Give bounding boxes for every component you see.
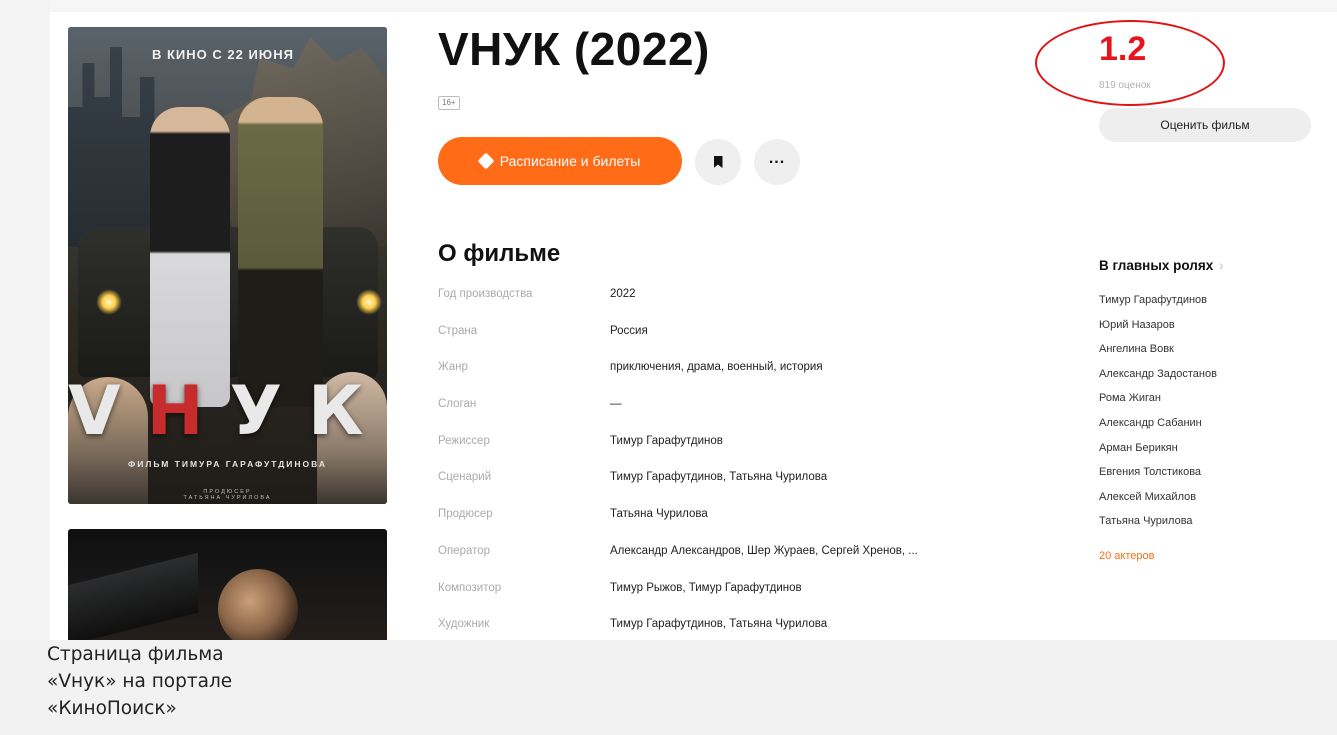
poster-title-part2: Н: [146, 372, 230, 451]
left-strip: [0, 0, 50, 640]
about-row-value[interactable]: Тимур Гарафутдинов: [610, 435, 723, 447]
about-row-value[interactable]: приключения, драма, военный, история: [610, 361, 823, 373]
still-car-dashboard: [68, 552, 198, 640]
poster-byline: ФИЛЬМ ТИМУРА ГАРАФУТДИНОВА: [128, 459, 327, 469]
about-row-value[interactable]: Тимур Гарафутдинов, Татьяна Чурилова: [610, 618, 827, 630]
more-icon: ...: [768, 150, 786, 167]
poster-headlight-right: [356, 289, 382, 315]
about-row-value[interactable]: —: [610, 398, 622, 410]
about-row: Жанр приключения, драма, военный, история: [438, 352, 1038, 389]
about-row: Слоган —: [438, 389, 1038, 426]
poster-title: VНУК: [68, 372, 387, 451]
poster-tagline: В КИНО С 22 ИЮНЯ: [152, 47, 294, 62]
about-film-table: Год производства 2022 Страна Россия Жанр прик…: [438, 279, 1038, 640]
bookmark-button[interactable]: [695, 139, 741, 185]
poster-title-part1: V: [68, 372, 147, 451]
about-row-value[interactable]: 2022: [610, 288, 636, 300]
cast-list: Тимур Гарафутдинов Юрий Назаров Ангелина В…: [1099, 290, 1217, 536]
poster-producer: ПРОДЮСЕР ТАТЬЯНА ЧУРИЛОВА: [68, 489, 387, 501]
about-row-value[interactable]: Татьяна Чурилова: [610, 508, 708, 520]
film-title: VНУК (2022): [438, 23, 710, 75]
image-caption: Страница фильма «Vнук» на портале «КиноП…: [47, 644, 233, 719]
about-row: Оператор Александр Александров, Шер Журае…: [438, 536, 1038, 573]
rating-value: 1.2: [1099, 30, 1147, 68]
more-options-button[interactable]: ...: [754, 139, 800, 185]
rating-votes-count: 819 оценок: [1099, 80, 1151, 91]
about-row-value[interactable]: Россия: [610, 325, 648, 337]
poster-producer-name: ТАТЬЯНА ЧУРИЛОВА: [183, 495, 272, 501]
bookmark-icon: [713, 156, 723, 168]
schedule-button-label: Расписание и билеты: [499, 153, 641, 169]
about-row-key: Продюсер: [438, 508, 493, 521]
rate-film-button[interactable]: Оценить фильм: [1099, 108, 1311, 142]
about-row-key: Год производства: [438, 288, 533, 300]
poster-title-part3: УК: [229, 372, 387, 451]
more-actors-link[interactable]: 20 актеров: [1099, 550, 1154, 562]
poster-figure-soldier: [238, 97, 323, 407]
about-row-key: Оператор: [438, 544, 491, 557]
poster-figure-young-man: [150, 107, 230, 407]
cast-member-link[interactable]: Александр Сабанин: [1099, 413, 1217, 438]
about-row: Режиссер Тимур Гарафутдинов: [438, 426, 1038, 463]
cast-member-link[interactable]: Евгения Толстикова: [1099, 462, 1217, 487]
cast-member-link[interactable]: Арман Берикян: [1099, 438, 1217, 463]
about-row: Год производства 2022: [438, 279, 1038, 316]
cast-member-link[interactable]: Ангелина Вовк: [1099, 339, 1217, 364]
top-strip: [0, 0, 1337, 12]
about-row-value[interactable]: Александр Александров, Шер Жураев, Серге…: [610, 545, 918, 557]
about-row-key: Слоган: [438, 398, 477, 411]
film-still-thumbnail[interactable]: [68, 529, 387, 640]
still-face: [218, 569, 298, 640]
ticket-icon: [477, 152, 495, 170]
about-row: Композитор Тимур Рыжов, Тимур Гарафутдино…: [438, 573, 1038, 610]
about-row-key: Сценарий: [438, 471, 492, 484]
about-row: Продюсер Татьяна Чурилова: [438, 499, 1038, 536]
poster-headlight-left: [96, 289, 122, 315]
schedule-and-tickets-button[interactable]: Расписание и билеты: [438, 137, 682, 185]
about-row: Художник Тимур Гарафутдинов, Татьяна Чури…: [438, 609, 1038, 640]
about-row-key: Страна: [438, 324, 478, 337]
cast-member-link[interactable]: Рома Жиган: [1099, 388, 1217, 413]
about-row-key: Жанр: [438, 361, 468, 374]
chevron-right-icon: ›: [1219, 258, 1224, 273]
cast-member-link[interactable]: Тимур Гарафутдинов: [1099, 290, 1217, 315]
film-poster[interactable]: В КИНО С 22 ИЮНЯ VНУК ФИЛЬМ ТИМУРА ГАРАФ…: [68, 27, 387, 504]
about-row: Страна Россия: [438, 316, 1038, 353]
cast-heading-link[interactable]: В главных ролях ›: [1099, 258, 1224, 273]
cast-member-link[interactable]: Юрий Назаров: [1099, 315, 1217, 340]
about-film-heading: О фильме: [438, 240, 561, 267]
about-row-key: Художник: [438, 618, 490, 631]
cast-member-link[interactable]: Александр Задостанов: [1099, 364, 1217, 389]
about-row-value[interactable]: Тимур Рыжов, Тимур Гарафутдинов: [610, 582, 802, 594]
about-row-key: Композитор: [438, 581, 502, 594]
cast-heading-label: В главных ролях: [1099, 258, 1214, 273]
film-page-screenshot: В КИНО С 22 ИЮНЯ VНУК ФИЛЬМ ТИМУРА ГАРАФ…: [0, 0, 1337, 640]
cast-member-link[interactable]: Алексей Михайлов: [1099, 487, 1217, 512]
about-row-key: Режиссер: [438, 434, 490, 447]
about-row: Сценарий Тимур Гарафутдинов, Татьяна Чури…: [438, 462, 1038, 499]
age-rating-badge: 16+: [438, 96, 460, 110]
about-row-value[interactable]: Тимур Гарафутдинов, Татьяна Чурилова: [610, 471, 827, 483]
cast-member-link[interactable]: Татьяна Чурилова: [1099, 511, 1217, 536]
